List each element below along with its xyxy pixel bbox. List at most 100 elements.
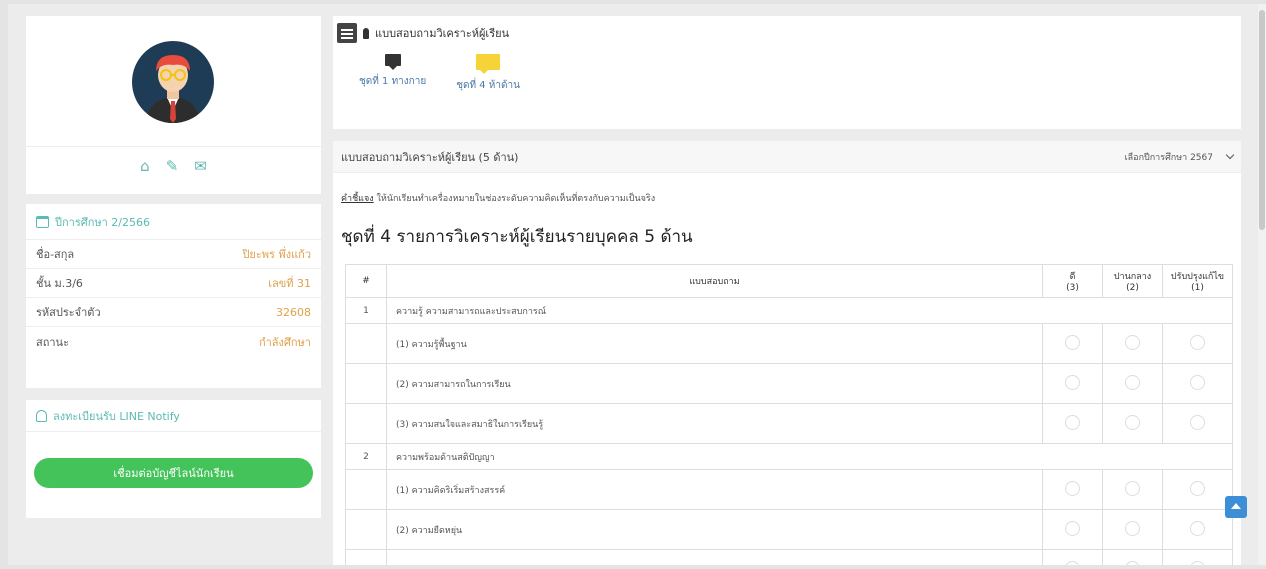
mail-icon[interactable]: ✉ xyxy=(194,159,207,174)
page: ⌂ ✎ ✉ ปีการศึกษา 2/2566 ชื่อ-สกุล ปิยะพร… xyxy=(8,4,1258,565)
radio-fair[interactable] xyxy=(1125,334,1140,350)
comment-icon xyxy=(476,54,501,74)
user-icon xyxy=(363,27,369,39)
radio-fair[interactable] xyxy=(1125,480,1140,496)
col-score: (1) xyxy=(1191,283,1204,293)
survey-card: แบบสอบถามวิเคราะห์ผู้เรียน (5 ด้าน) เลือ… xyxy=(333,141,1241,565)
survey-title: แบบสอบถามวิเคราะห์ผู้เรียน xyxy=(375,27,510,40)
radio-good[interactable] xyxy=(1065,334,1080,350)
list-icon[interactable] xyxy=(337,23,357,43)
radio-improve[interactable] xyxy=(1190,480,1205,496)
scrollbar[interactable] xyxy=(1258,4,1266,565)
radio-fair[interactable] xyxy=(1125,374,1140,390)
col-improve: ปรับปรุงแก้ไข (1) xyxy=(1162,264,1233,298)
section-text: ความรู้ ความสามารถและประสบการณ์ xyxy=(386,297,1233,324)
calendar-icon xyxy=(36,215,49,228)
scroll-to-top-button[interactable] xyxy=(1225,496,1247,518)
survey-tabs: ชุดที่ 1 ทางกาย ชุดที่ 4 ห้าด้าน xyxy=(333,54,1241,93)
radio-good[interactable] xyxy=(1065,480,1080,496)
radio-good[interactable] xyxy=(1065,414,1080,430)
table-row: (1) ความรู้พื้นฐาน xyxy=(345,323,1233,364)
radio-good[interactable] xyxy=(1065,520,1080,536)
question-text: (1) ความคิดริเริ่มสร้างสรรค์ xyxy=(386,469,1043,510)
col-good: ดี (3) xyxy=(1042,264,1103,298)
info-label: รหัสประจำตัว xyxy=(36,306,101,319)
tab-label: ชุดที่ 1 ทางกาย xyxy=(359,76,427,87)
radio-improve[interactable] xyxy=(1190,560,1205,565)
question-text: (2) ความสามารถในการเรียน xyxy=(386,363,1043,404)
radio-good[interactable] xyxy=(1065,374,1080,390)
col-score: (2) xyxy=(1126,283,1139,293)
col-label: ดี xyxy=(1069,272,1076,282)
info-value: กำลังศึกษา xyxy=(258,335,311,349)
col-label: ปานกลาง xyxy=(1113,272,1152,282)
instructions-text: ให้นักเรียนทำเครื่องหมายในช่องระดับความค… xyxy=(376,194,656,204)
comment-icon xyxy=(384,54,401,70)
pencil-icon[interactable]: ✎ xyxy=(166,159,179,174)
radio-improve[interactable] xyxy=(1190,374,1205,390)
col-fair: ปานกลาง (2) xyxy=(1102,264,1163,298)
info-label: สถานะ xyxy=(36,335,69,349)
survey-card-header: แบบสอบถามวิเคราะห์ผู้เรียน (5 ด้าน) เลือ… xyxy=(333,141,1241,173)
bell-icon xyxy=(36,409,47,422)
info-value: เลขที่ 31 xyxy=(268,277,311,290)
info-label: ชั้น ม.3/6 xyxy=(36,277,83,290)
chevron-down-icon xyxy=(1225,150,1235,160)
section-text: ความพร้อมด้านสติปัญญา xyxy=(386,443,1233,470)
radio-improve[interactable] xyxy=(1190,334,1205,350)
col-question: แบบสอบถาม xyxy=(386,264,1043,298)
line-notify-card: ลงทะเบียนรับ LINE Notify เชื่อมต่อบัญชีไ… xyxy=(26,400,321,518)
radio-improve[interactable] xyxy=(1190,520,1205,536)
table-row xyxy=(345,549,1233,565)
year-select-value: เลือกปีการศึกษา 2567 xyxy=(1124,152,1213,163)
table-row: (3) ความสนใจและสมาธิในการเรียนรู้ xyxy=(345,403,1233,444)
section-row: 1 ความรู้ ความสามารถและประสบการณ์ xyxy=(345,297,1233,324)
profile-actions: ⌂ ✎ ✉ xyxy=(26,146,321,186)
tab-label: ชุดที่ 4 ห้าด้าน xyxy=(456,80,520,91)
home-icon[interactable]: ⌂ xyxy=(140,159,150,174)
scrollbar-thumb[interactable] xyxy=(1259,10,1265,230)
question-text: (1) ความรู้พื้นฐาน xyxy=(386,323,1043,364)
radio-fair[interactable] xyxy=(1125,520,1140,536)
tab-set-1[interactable]: ชุดที่ 1 ทางกาย xyxy=(359,54,426,93)
table-row: (2) ความสามารถในการเรียน xyxy=(345,363,1233,404)
info-header: ปีการศึกษา 2/2566 xyxy=(26,204,321,240)
radio-good[interactable] xyxy=(1065,560,1080,565)
table-header-row: # แบบสอบถาม ดี (3) ปานกลาง (2) ปรับปรุงแ… xyxy=(345,264,1233,298)
avatar xyxy=(132,41,214,123)
info-label: ชื่อ-สกุล xyxy=(36,248,75,261)
year-select[interactable]: เลือกปีการศึกษา 2567 xyxy=(1124,150,1235,164)
info-row-id: รหัสประจำตัว 32608 xyxy=(26,298,321,327)
col-label: ปรับปรุงแก้ไข xyxy=(1170,272,1225,282)
info-value: ปิยะพร พึ่งแก้ว xyxy=(242,248,311,261)
radio-improve[interactable] xyxy=(1190,414,1205,430)
table-row: (2) ความยืดหยุ่น xyxy=(345,509,1233,550)
tab-set-4[interactable]: ชุดที่ 4 ห้าด้าน xyxy=(456,54,520,93)
student-info-card: ปีการศึกษา 2/2566 ชื่อ-สกุล ปิยะพร พึ่งแ… xyxy=(26,204,321,388)
section-row: 2 ความพร้อมด้านสติปัญญา xyxy=(345,443,1233,470)
survey-card-title: แบบสอบถามวิเคราะห์ผู้เรียน (5 ด้าน) xyxy=(341,150,519,164)
info-row-status: สถานะ กำลังศึกษา xyxy=(26,327,321,356)
survey-tabs-card: แบบสอบถามวิเคราะห์ผู้เรียน ชุดที่ 1 ทางก… xyxy=(333,16,1241,129)
row-num: 2 xyxy=(345,443,387,470)
instructions-label: คำชี้แจง xyxy=(341,194,374,204)
notify-header: ลงทะเบียนรับ LINE Notify xyxy=(26,400,321,432)
question-text: (3) ความสนใจและสมาธิในการเรียนรู้ xyxy=(386,403,1043,444)
survey-table: # แบบสอบถาม ดี (3) ปานกลาง (2) ปรับปรุงแ… xyxy=(345,264,1233,565)
info-value: 32608 xyxy=(276,305,311,319)
question-text xyxy=(386,549,1043,565)
main-content: แบบสอบถามวิเคราะห์ผู้เรียน ชุดที่ 1 ทางก… xyxy=(333,16,1241,565)
table-row: (1) ความคิดริเริ่มสร้างสรรค์ xyxy=(345,469,1233,510)
instructions: คำชี้แจง ให้นักเรียนทำเครื่องหมายในช่องร… xyxy=(333,173,1241,205)
row-num: 1 xyxy=(345,297,387,324)
profile-card: ⌂ ✎ ✉ xyxy=(26,16,321,194)
left-sidebar: ⌂ ✎ ✉ ปีการศึกษา 2/2566 ชื่อ-สกุล ปิยะพร… xyxy=(26,16,321,518)
connect-line-button[interactable]: เชื่อมต่อบัญชีไลน์นักเรียน xyxy=(34,458,313,488)
radio-fair[interactable] xyxy=(1125,560,1140,565)
col-score: (3) xyxy=(1066,283,1079,293)
question-text: (2) ความยืดหยุ่น xyxy=(386,509,1043,550)
col-num: # xyxy=(345,264,387,298)
notify-title: ลงทะเบียนรับ LINE Notify xyxy=(53,409,180,423)
radio-fair[interactable] xyxy=(1125,414,1140,430)
info-row-name: ชื่อ-สกุล ปิยะพร พึ่งแก้ว xyxy=(26,240,321,269)
